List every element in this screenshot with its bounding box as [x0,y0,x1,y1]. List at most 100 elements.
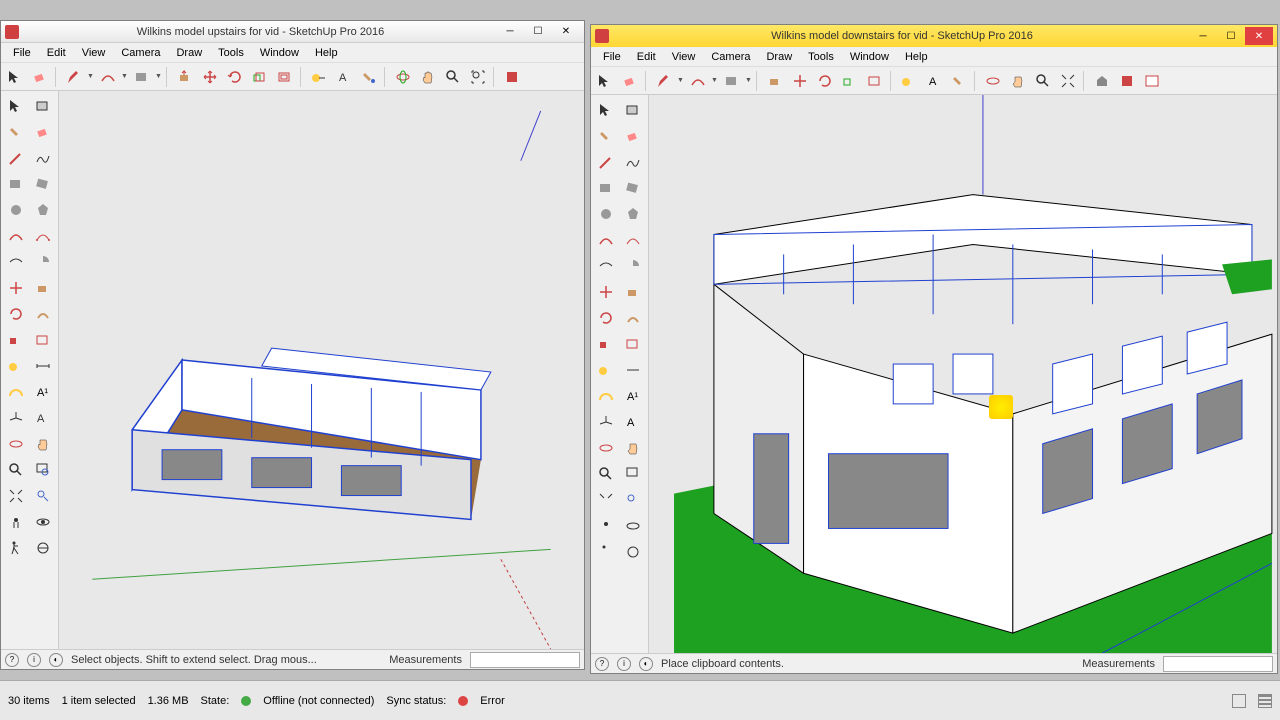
scale-icon[interactable] [593,331,619,357]
paint-bucket-icon[interactable] [593,123,619,149]
section-icon[interactable] [620,539,646,565]
walk-icon[interactable] [593,539,619,565]
arc-tool[interactable] [686,69,710,93]
move-icon[interactable] [3,275,29,301]
pan-tool[interactable] [1006,69,1030,93]
eraser-tool[interactable] [28,65,52,89]
circle-icon[interactable] [593,201,619,227]
pie-icon[interactable] [30,249,56,275]
zoom-tool[interactable] [441,65,465,89]
menu-file[interactable]: File [5,45,39,61]
zoom-extents-tool[interactable] [1056,69,1080,93]
rotate-icon[interactable] [3,301,29,327]
view-icons-icon[interactable] [1232,694,1246,708]
dropdown-icon[interactable]: ▼ [711,77,719,84]
dimension-icon[interactable] [620,357,646,383]
menu-camera[interactable]: Camera [703,49,758,65]
rotated-rect-icon[interactable] [620,175,646,201]
walk-icon[interactable] [3,535,29,561]
polygon-icon[interactable] [30,197,56,223]
section-icon[interactable] [30,535,56,561]
pie-icon[interactable] [620,253,646,279]
zoom-extents-icon[interactable] [593,487,619,513]
eraser-icon[interactable] [620,123,646,149]
viewport-3d[interactable] [649,95,1277,653]
select-tool[interactable] [593,69,617,93]
orbit-icon[interactable] [3,431,29,457]
dropdown-icon[interactable]: ▼ [87,73,95,80]
dimension-icon[interactable] [30,353,56,379]
menu-window[interactable]: Window [252,45,307,61]
offset-tool[interactable] [273,65,297,89]
3dtext-icon[interactable]: A [30,405,56,431]
menu-draw[interactable]: Draw [758,49,800,65]
protractor-icon[interactable] [593,383,619,409]
person-icon[interactable]: ◐ [49,653,63,667]
axes-icon[interactable] [593,409,619,435]
2pt-arc-icon[interactable] [620,227,646,253]
polygon-icon[interactable] [620,201,646,227]
previous-view-icon[interactable] [620,487,646,513]
pan-tool[interactable] [416,65,440,89]
info-icon[interactable]: i [617,657,631,671]
3pt-arc-icon[interactable] [3,249,29,275]
arc-tool[interactable] [96,65,120,89]
circle-icon[interactable] [3,197,29,223]
help-icon[interactable]: ? [595,657,609,671]
warehouse-tool[interactable] [1090,69,1114,93]
freehand-icon[interactable] [620,149,646,175]
menu-edit[interactable]: Edit [39,45,74,61]
followme-icon[interactable] [30,301,56,327]
text-tool-icon[interactable]: A¹ [30,379,56,405]
line-tool-icon[interactable] [3,145,29,171]
arc-icon[interactable] [3,223,29,249]
maximize-button[interactable]: ☐ [524,23,552,41]
pencil-tool[interactable] [62,65,86,89]
offset-icon[interactable] [30,327,56,353]
rotate-icon[interactable] [593,305,619,331]
rectangle-icon[interactable] [593,175,619,201]
followme-icon[interactable] [620,305,646,331]
position-camera-icon[interactable] [3,509,29,535]
eraser-icon[interactable] [30,119,56,145]
layout-tool[interactable] [1140,69,1164,93]
scale-icon[interactable] [3,327,29,353]
maximize-button[interactable]: ☐ [1217,27,1245,45]
pushpull-icon[interactable] [620,279,646,305]
arc-icon[interactable] [593,227,619,253]
rectangle-tool[interactable] [130,65,154,89]
eraser-tool[interactable] [618,69,642,93]
paint-tool[interactable] [357,65,381,89]
zoom-extents-tool[interactable] [466,65,490,89]
pushpull-tool[interactable] [173,65,197,89]
scale-tool[interactable] [838,69,862,93]
rotate-tool[interactable] [223,65,247,89]
minimize-button[interactable]: ─ [496,23,524,41]
help-icon[interactable]: ? [5,653,19,667]
menu-draw[interactable]: Draw [168,45,210,61]
orbit-tool[interactable] [391,65,415,89]
minimize-button[interactable]: ─ [1189,27,1217,45]
view-details-icon[interactable] [1258,694,1272,708]
dropdown-icon[interactable]: ▼ [155,73,163,80]
offset-icon[interactable] [620,331,646,357]
close-button[interactable]: ✕ [552,23,580,41]
freehand-icon[interactable] [30,145,56,171]
dropdown-icon[interactable]: ▼ [121,73,129,80]
info-icon[interactable]: i [27,653,41,667]
close-button[interactable]: ✕ [1245,27,1273,45]
dropdown-icon[interactable]: ▼ [677,77,685,84]
move-icon[interactable] [593,279,619,305]
zoom-tool[interactable] [1031,69,1055,93]
tape-icon[interactable] [3,353,29,379]
look-around-icon[interactable] [30,509,56,535]
measurements-input[interactable] [470,652,580,668]
menu-edit[interactable]: Edit [629,49,664,65]
move-tool[interactable] [788,69,812,93]
make-component-icon[interactable] [620,97,646,123]
menu-help[interactable]: Help [897,49,936,65]
rotated-rect-icon[interactable] [30,171,56,197]
protractor-icon[interactable] [3,379,29,405]
3pt-arc-icon[interactable] [593,253,619,279]
rotate-tool[interactable] [813,69,837,93]
